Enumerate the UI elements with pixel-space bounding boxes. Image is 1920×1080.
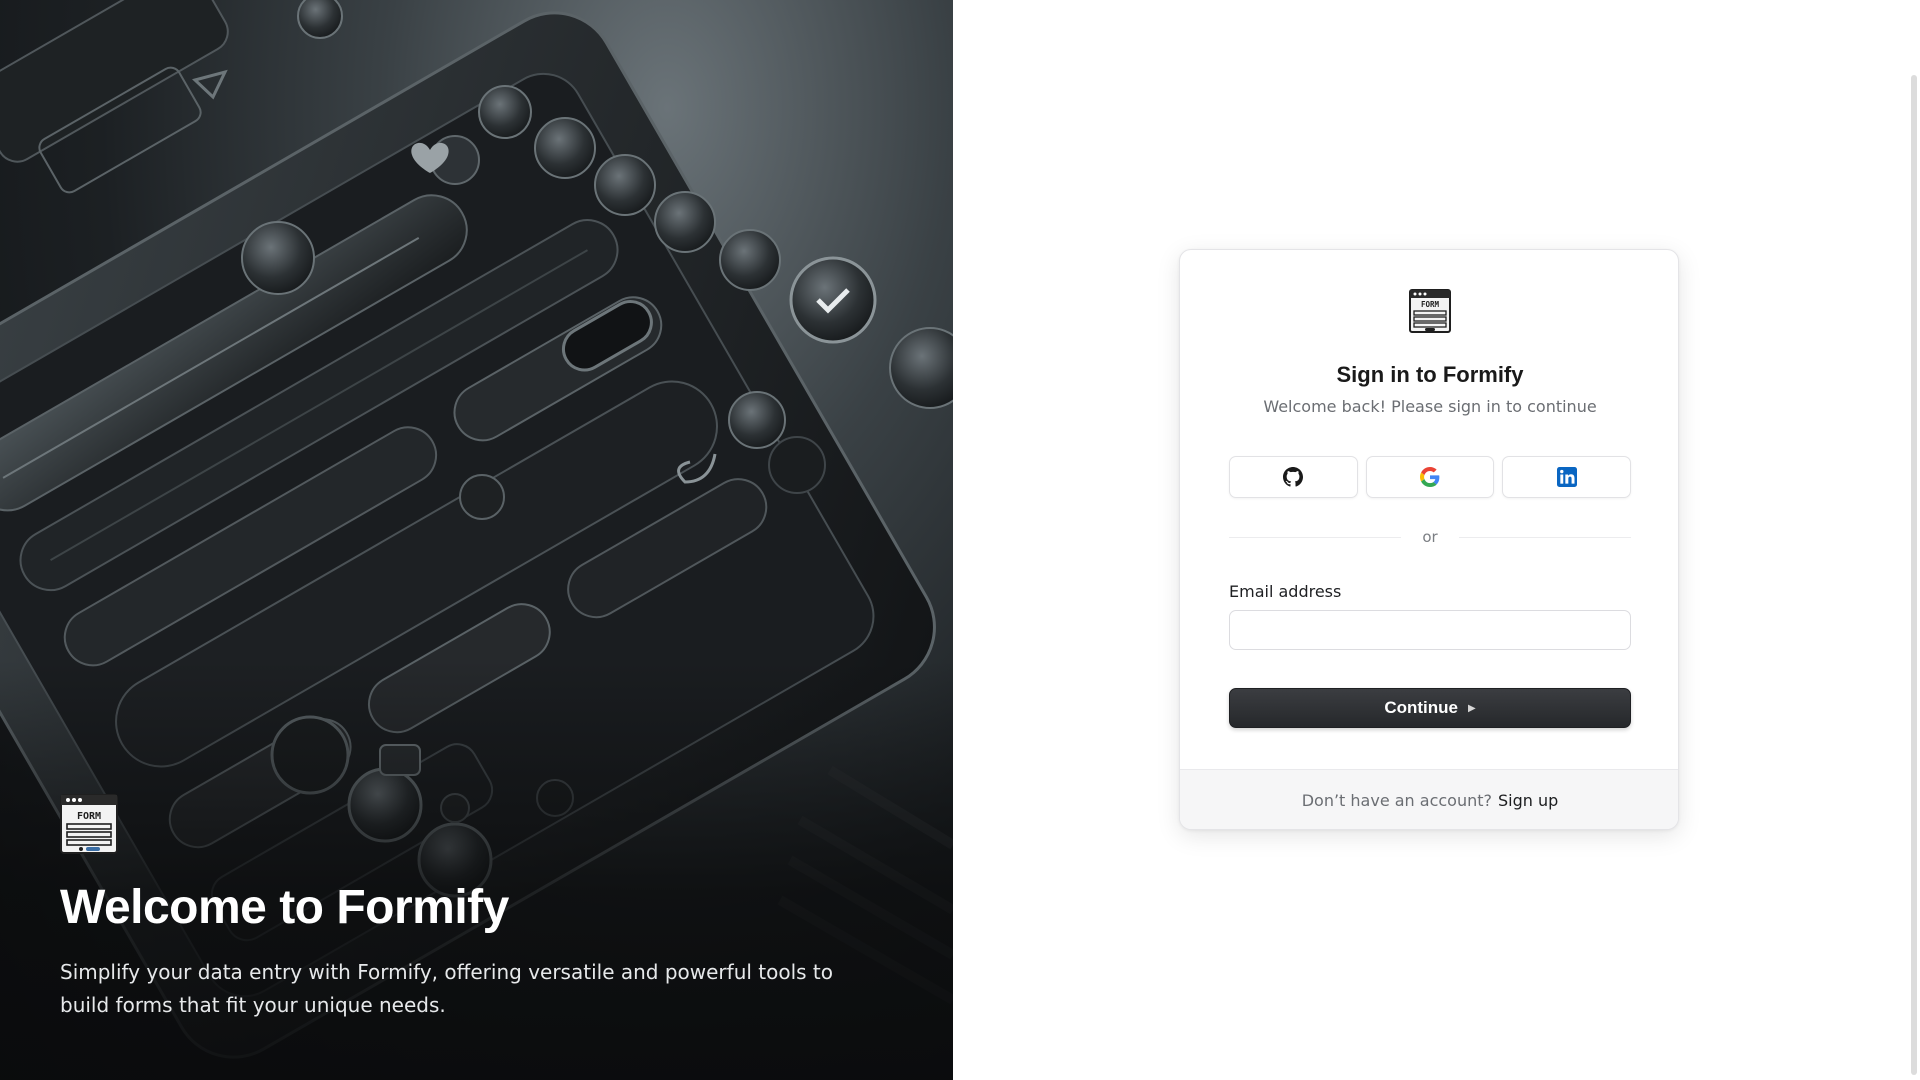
sign-in-card: FORM Sign in to Formify Welcome back! Pl…	[1179, 249, 1679, 830]
or-divider: or	[1229, 528, 1631, 548]
linkedin-login-button[interactable]	[1502, 456, 1632, 498]
hero-title: Welcome to Formify	[60, 881, 509, 934]
email-label: Email address	[1229, 582, 1342, 601]
linkedin-icon	[1556, 467, 1577, 487]
sign-in-subtitle: Welcome back! Please sign in to continue	[1263, 397, 1597, 416]
formify-logo-icon: FORM	[1409, 289, 1451, 333]
social-login-row	[1229, 456, 1632, 498]
hero-panel: FORM Welcome to Formify Simplify your da…	[0, 0, 953, 1080]
google-icon	[1420, 467, 1440, 487]
divider-text: or	[1422, 528, 1438, 546]
card-footer: Don’t have an account? Sign up	[1180, 769, 1678, 829]
sign-up-link[interactable]: Sign up	[1498, 791, 1558, 810]
github-icon	[1283, 467, 1304, 487]
hero-description: Simplify your data entry with Formify, o…	[60, 960, 834, 1017]
hero-logo-text: FORM	[77, 811, 101, 822]
scrollbar-thumb[interactable]	[1911, 75, 1917, 1075]
github-login-button[interactable]	[1229, 456, 1358, 498]
continue-label: Continue	[1384, 698, 1458, 717]
sign-in-title: Sign in to Formify	[1336, 362, 1524, 387]
google-login-button[interactable]	[1365, 456, 1495, 498]
sign-in-form: FORM Sign in to Formify Welcome back! Pl…	[1180, 250, 1678, 769]
card-logo-text: FORM	[1421, 300, 1440, 309]
email-field[interactable]	[1229, 610, 1631, 650]
continue-button[interactable]: Continue ▶	[1229, 688, 1631, 728]
triangle-right-icon: ▶	[1467, 702, 1476, 714]
formify-logo-icon: FORM	[60, 794, 118, 854]
scrollbar-track[interactable]	[1906, 0, 1920, 1080]
footer-text: Don’t have an account?	[1301, 791, 1493, 810]
auth-panel: FORM Sign in to Formify Welcome back! Pl…	[953, 0, 1920, 1080]
